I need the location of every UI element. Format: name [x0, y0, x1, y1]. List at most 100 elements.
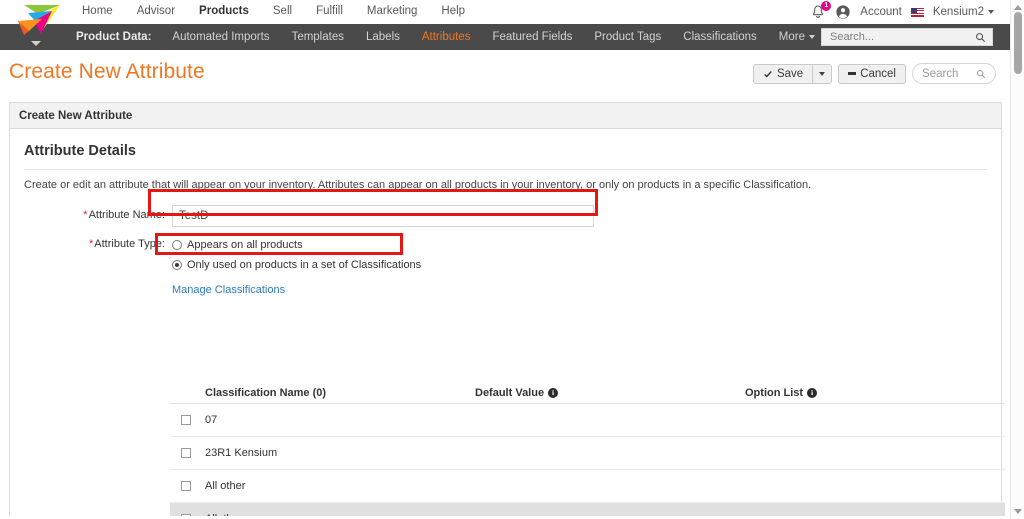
attribute-type-options: Appears on all products Only used on pro… — [172, 237, 421, 298]
primary-nav: Home Advisor Products Sell Fulfill Marke… — [70, 0, 477, 24]
app-logo[interactable] — [8, 1, 66, 41]
radio-classifications[interactable] — [172, 260, 182, 270]
save-label: Save — [776, 67, 804, 80]
topnav-label: Marketing — [366, 5, 418, 17]
table-header-row: Classification Name (0) Default Value i … — [170, 382, 1005, 404]
attribute-type-row: *Attribute Type: Appears on all products… — [24, 237, 987, 298]
attribute-name-input[interactable] — [172, 205, 594, 227]
divider — [24, 169, 987, 170]
topnav-label: Products — [199, 5, 249, 17]
page-actions: Save Cancel Search — [752, 63, 996, 84]
radio-all-products[interactable] — [172, 240, 182, 250]
minus-icon — [848, 72, 857, 75]
table-row[interactable]: 23R1 Kensium — [170, 437, 1005, 470]
subnav-more-label: More — [778, 31, 805, 43]
chevron-down-icon — [988, 9, 994, 14]
scrollbar-thumb[interactable] — [1014, 12, 1022, 74]
row-checkbox[interactable] — [181, 448, 191, 458]
person-icon[interactable] — [835, 4, 851, 20]
nav-search-box[interactable] — [821, 28, 993, 46]
attribute-name-label: *Attribute Name: — [24, 205, 172, 221]
radio-classifications-label: Only used on products in a set of Classi… — [187, 259, 422, 271]
cancel-button[interactable]: Cancel — [838, 63, 906, 84]
subnav-item-classifications[interactable]: Classifications — [672, 31, 768, 43]
secondary-nav: Product Data: Automated Imports Template… — [0, 24, 1010, 50]
section-description: Create or edit an attribute that will ap… — [24, 179, 812, 191]
col-default-value-label: Default Value — [475, 386, 545, 399]
subnav-section-label: Product Data: — [76, 31, 152, 43]
card-header: Create New Attribute — [10, 103, 1001, 129]
topnav-item-advisor[interactable]: Advisor — [125, 0, 187, 24]
row-classification-name: All other — [205, 480, 246, 492]
save-button[interactable]: Save — [752, 63, 814, 84]
radio-option-classifications[interactable]: Only used on products in a set of Classi… — [172, 257, 421, 273]
col-option-list-label: Option List — [745, 386, 804, 399]
vertical-scrollbar[interactable] — [1010, 0, 1024, 519]
subnav-item-featured-fields[interactable]: Featured Fields — [481, 31, 583, 43]
attribute-card: Create New Attribute Attribute Details C… — [9, 102, 1005, 519]
check-icon — [764, 70, 772, 77]
subnav-item-product-tags[interactable]: Product Tags — [583, 31, 672, 43]
page-header: Create New Attribute Save Cancel Search — [0, 50, 1010, 100]
subnav-item-labels[interactable]: Labels — [355, 31, 411, 43]
radio-all-products-label: Appears on all products — [187, 239, 303, 251]
caret-down-icon[interactable] — [1014, 509, 1022, 514]
subnav-item-attributes[interactable]: Attributes — [411, 31, 482, 43]
nav-search-input[interactable] — [828, 30, 975, 44]
page-search-label: Search — [922, 67, 959, 80]
page-title: Create New Attribute — [9, 60, 205, 83]
row-checkbox[interactable] — [181, 481, 191, 491]
logo-dropdown-caret-icon[interactable] — [31, 41, 41, 46]
attribute-type-label: *Attribute Type: — [24, 237, 172, 250]
top-right-cluster: 1 Account Kensium2 — [810, 0, 994, 24]
row-checkbox-cell — [170, 481, 205, 491]
topnav-label: Home — [82, 5, 113, 17]
info-icon[interactable]: i — [807, 387, 818, 398]
subnav-item-more[interactable]: More — [768, 31, 826, 43]
topnav-item-marketing[interactable]: Marketing — [355, 0, 430, 24]
topnav-label: Help — [441, 5, 466, 17]
account-link[interactable]: Account — [860, 6, 902, 18]
required-marker: * — [88, 238, 94, 250]
subnav-item-templates[interactable]: Templates — [281, 31, 355, 43]
topnav-item-fulfill[interactable]: Fulfill — [304, 0, 355, 24]
page-search-button[interactable]: Search — [912, 63, 996, 84]
topnav-item-products[interactable]: Products — [187, 0, 261, 24]
row-checkbox[interactable] — [181, 415, 191, 425]
row-checkbox-cell — [170, 448, 205, 458]
section-title: Attribute Details — [24, 143, 136, 159]
topnav-label: Sell — [272, 5, 293, 17]
top-bar: Home Advisor Products Sell Fulfill Marke… — [0, 0, 1010, 24]
notification-bell[interactable]: 1 — [810, 1, 832, 20]
radio-option-all-products[interactable]: Appears on all products — [172, 237, 421, 253]
info-icon[interactable]: i — [548, 387, 559, 398]
attribute-name-row: *Attribute Name: — [24, 205, 987, 227]
manage-classifications-link[interactable]: Manage Classifications — [172, 284, 285, 296]
caret-up-icon[interactable] — [1014, 5, 1022, 10]
notification-badge: 1 — [821, 1, 832, 11]
topnav-item-home[interactable]: Home — [70, 0, 125, 24]
cancel-label: Cancel — [860, 67, 896, 80]
save-dropdown-button[interactable] — [813, 63, 833, 84]
row-classification-name: 23R1 Kensium — [205, 447, 278, 459]
table-row[interactable]: 07 — [170, 404, 1005, 437]
topnav-item-sell[interactable]: Sell — [261, 0, 304, 24]
col-classification-name-label: Classification Name (0) — [205, 386, 327, 399]
card-header-title: Create New Attribute — [19, 109, 133, 122]
search-icon[interactable] — [975, 32, 986, 43]
user-menu[interactable]: Kensium2 — [933, 6, 994, 18]
table-header-default-value: Default Value i — [475, 387, 745, 399]
classifications-table: Classification Name (0) Default Value i … — [170, 382, 1005, 519]
save-button-group: Save — [752, 63, 833, 84]
table-header-classification-name: Classification Name (0) — [205, 387, 475, 399]
table-row[interactable]: All other — [170, 470, 1005, 503]
app-window: Home Advisor Products Sell Fulfill Marke… — [0, 0, 1024, 519]
user-menu-label: Kensium2 — [932, 6, 984, 18]
table-header-option-list: Option List i — [745, 387, 1005, 399]
logo-icon — [18, 5, 60, 35]
search-icon — [976, 69, 986, 78]
topnav-item-help[interactable]: Help — [429, 0, 477, 24]
subnav-item-automated-imports[interactable]: Automated Imports — [161, 31, 280, 43]
topnav-label: Advisor — [136, 5, 176, 17]
us-flag-icon — [910, 7, 924, 17]
